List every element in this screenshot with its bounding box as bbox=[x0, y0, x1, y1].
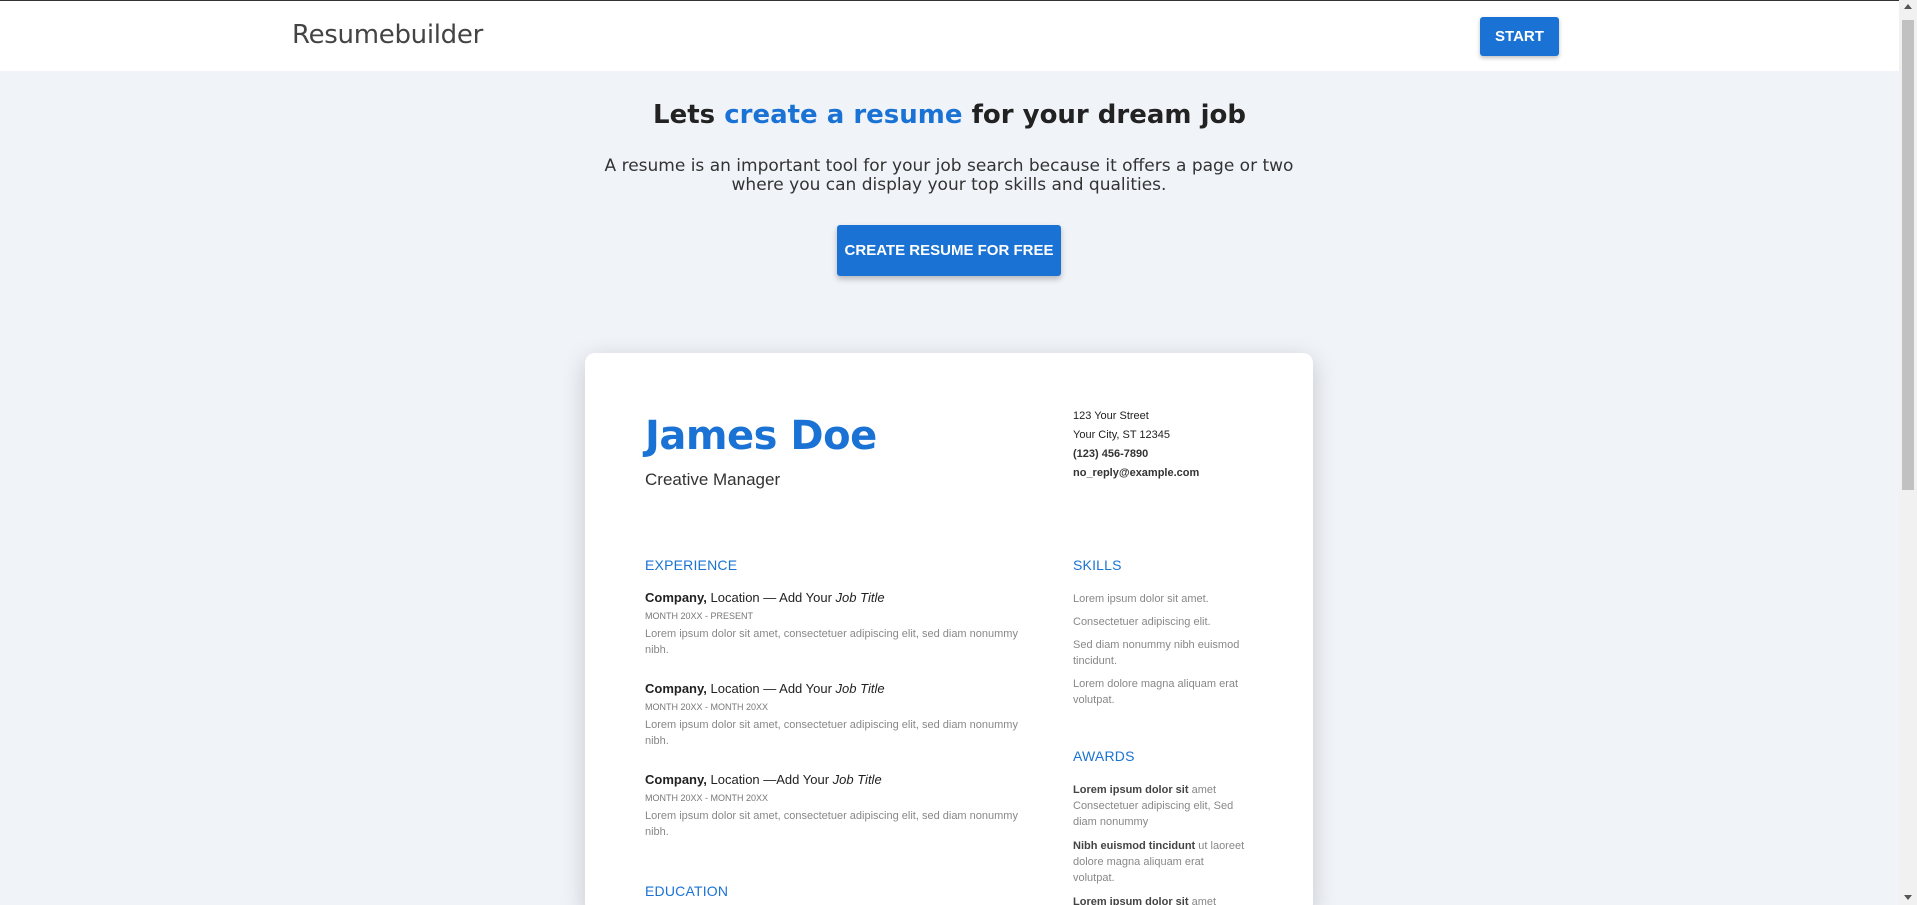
experience-company: Company, bbox=[645, 590, 707, 605]
experience-job: Job Title bbox=[832, 772, 882, 787]
hero-subtitle: A resume is an important tool for your j… bbox=[604, 156, 1294, 195]
contact-phone: (123) 456-7890 bbox=[1073, 448, 1149, 460]
experience-title: Company, Location —Add Your Job Title bbox=[645, 772, 1035, 788]
experience-item: Company, Location — Add Your Job Title M… bbox=[645, 681, 1035, 749]
experience-desc: Lorem ipsum dolor sit amet, consectetuer… bbox=[645, 719, 1018, 747]
resume-preview-card: James Doe Creative Manager 123 Your Stre… bbox=[585, 353, 1313, 905]
skills-list: Lorem ipsum dolor sit amet. Consectetuer… bbox=[1073, 591, 1248, 715]
hero-title-suffix: for your dream job bbox=[962, 100, 1246, 130]
skill-item: Lorem dolore magna aliquam erat volutpat… bbox=[1073, 678, 1239, 706]
resume-name: James Doe bbox=[645, 413, 877, 459]
create-resume-button[interactable]: CREATE RESUME FOR FREE bbox=[837, 225, 1061, 276]
scroll-down-arrow-icon[interactable] bbox=[1904, 895, 1912, 900]
awards-list: Lorem ipsum dolor sit amet Consectetuer … bbox=[1073, 782, 1248, 905]
experience-title: Company, Location — Add Your Job Title bbox=[645, 590, 1035, 606]
resume-role: Creative Manager bbox=[645, 470, 781, 489]
education-heading: EDUCATION bbox=[645, 883, 729, 899]
scroll-up-arrow-icon[interactable] bbox=[1904, 4, 1912, 9]
resume-contact: 123 Your Street Your City, ST 12345 (123… bbox=[1073, 407, 1199, 483]
experience-heading: EXPERIENCE bbox=[645, 557, 738, 573]
experience-dates: MONTH 20XX - MONTH 20XX bbox=[645, 702, 769, 712]
contact-email: no_reply@example.com bbox=[1073, 467, 1200, 479]
experience-location: Location —Add Your bbox=[706, 772, 833, 787]
hero-title-prefix: Lets bbox=[653, 100, 725, 130]
award-title: Nibh euismod tincidunt bbox=[1073, 840, 1196, 852]
award-item: Lorem ipsum dolor sit amet bbox=[1073, 894, 1248, 905]
experience-desc: Lorem ipsum dolor sit amet, consectetuer… bbox=[645, 628, 1018, 656]
experience-location: Location — Add Your bbox=[706, 681, 836, 696]
experience-location: Location — Add Your bbox=[706, 590, 836, 605]
experience-company: Company, bbox=[645, 681, 707, 696]
experience-title: Company, Location — Add Your Job Title bbox=[645, 681, 1035, 697]
award-text: amet bbox=[1188, 896, 1217, 905]
award-item: Lorem ipsum dolor sit amet Consectetuer … bbox=[1073, 782, 1248, 830]
experience-job: Job Title bbox=[835, 681, 885, 696]
award-title: Lorem ipsum dolor sit bbox=[1073, 784, 1189, 796]
skill-item: Sed diam nonummy nibh euismod tincidunt. bbox=[1073, 639, 1240, 667]
hero-title-highlight: create a resume bbox=[724, 100, 963, 130]
start-button[interactable]: START bbox=[1480, 17, 1559, 56]
award-title: Lorem ipsum dolor sit bbox=[1073, 896, 1189, 905]
awards-heading: AWARDS bbox=[1073, 748, 1135, 764]
experience-company: Company, bbox=[645, 772, 707, 787]
experience-job: Job Title bbox=[835, 590, 885, 605]
contact-city: Your City, ST 12345 bbox=[1073, 429, 1171, 441]
award-item: Nibh euismod tincidunt ut laoreet dolore… bbox=[1073, 838, 1248, 886]
brand-logo[interactable]: Resumebuilder bbox=[292, 20, 483, 50]
skill-item: Lorem ipsum dolor sit amet. bbox=[1073, 593, 1209, 605]
contact-street: 123 Your Street bbox=[1073, 410, 1149, 422]
navbar: Resumebuilder START bbox=[0, 1, 1899, 71]
skill-item: Consectetuer adipiscing elit. bbox=[1073, 616, 1211, 628]
experience-dates: MONTH 20XX - MONTH 20XX bbox=[645, 793, 769, 803]
scrollbar-thumb[interactable] bbox=[1902, 20, 1914, 490]
experience-dates: MONTH 20XX - PRESENT bbox=[645, 611, 754, 621]
skills-heading: SKILLS bbox=[1073, 557, 1122, 573]
experience-item: Company, Location — Add Your Job Title M… bbox=[645, 590, 1035, 658]
experience-item: Company, Location —Add Your Job Title MO… bbox=[645, 772, 1035, 840]
experience-desc: Lorem ipsum dolor sit amet, consectetuer… bbox=[645, 810, 1018, 838]
hero-title: Lets create a resume for your dream job bbox=[0, 100, 1899, 130]
